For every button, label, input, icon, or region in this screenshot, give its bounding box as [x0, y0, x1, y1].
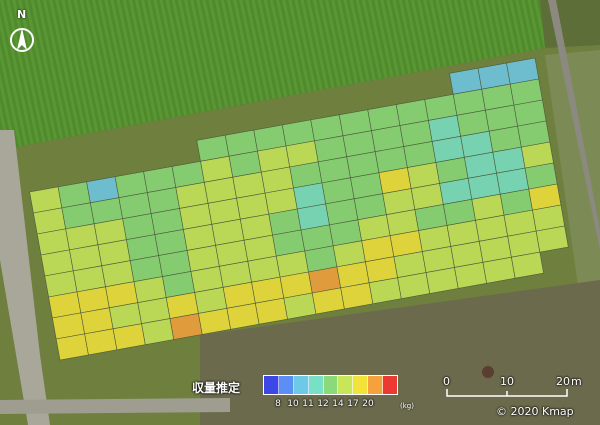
legend-swatch: [323, 376, 339, 394]
legend-tick-label: 8: [275, 399, 281, 409]
copyright: © 2020 Kmap: [496, 405, 574, 418]
legend-ticks: 8 10 11 12 14 17 20: [263, 399, 463, 413]
legend-color-bar: [263, 375, 398, 395]
legend-title: 収量推定: [192, 381, 241, 395]
legend-tick-label: 17: [347, 399, 359, 409]
legend-swatch: [293, 376, 309, 394]
legend-swatch: [278, 376, 294, 394]
legend-swatch: [338, 376, 354, 394]
legend-swatch: [264, 376, 279, 394]
scale-label-unit: m: [571, 375, 582, 388]
scale-label-0: 0: [443, 375, 450, 388]
legend-swatch: [353, 376, 369, 394]
legend-swatch: [368, 376, 384, 394]
legend-tick-label: 12: [317, 399, 329, 409]
legend-tick-label: 14: [332, 399, 344, 409]
legend-tick-label: 11: [302, 399, 314, 409]
legend-swatch: [383, 376, 398, 394]
legend-tick-label: 10: [287, 399, 299, 409]
scale-label-10: 10: [500, 375, 514, 388]
legend-swatch: [308, 376, 324, 394]
legend-unit: (kg): [400, 402, 414, 410]
legend-tick-label: 20: [362, 399, 374, 409]
aerial-map: [0, 0, 600, 425]
north-label: N: [17, 8, 27, 21]
bush: [482, 366, 494, 378]
bottom-road: [0, 398, 230, 414]
scale-label-20: 20: [556, 375, 570, 388]
